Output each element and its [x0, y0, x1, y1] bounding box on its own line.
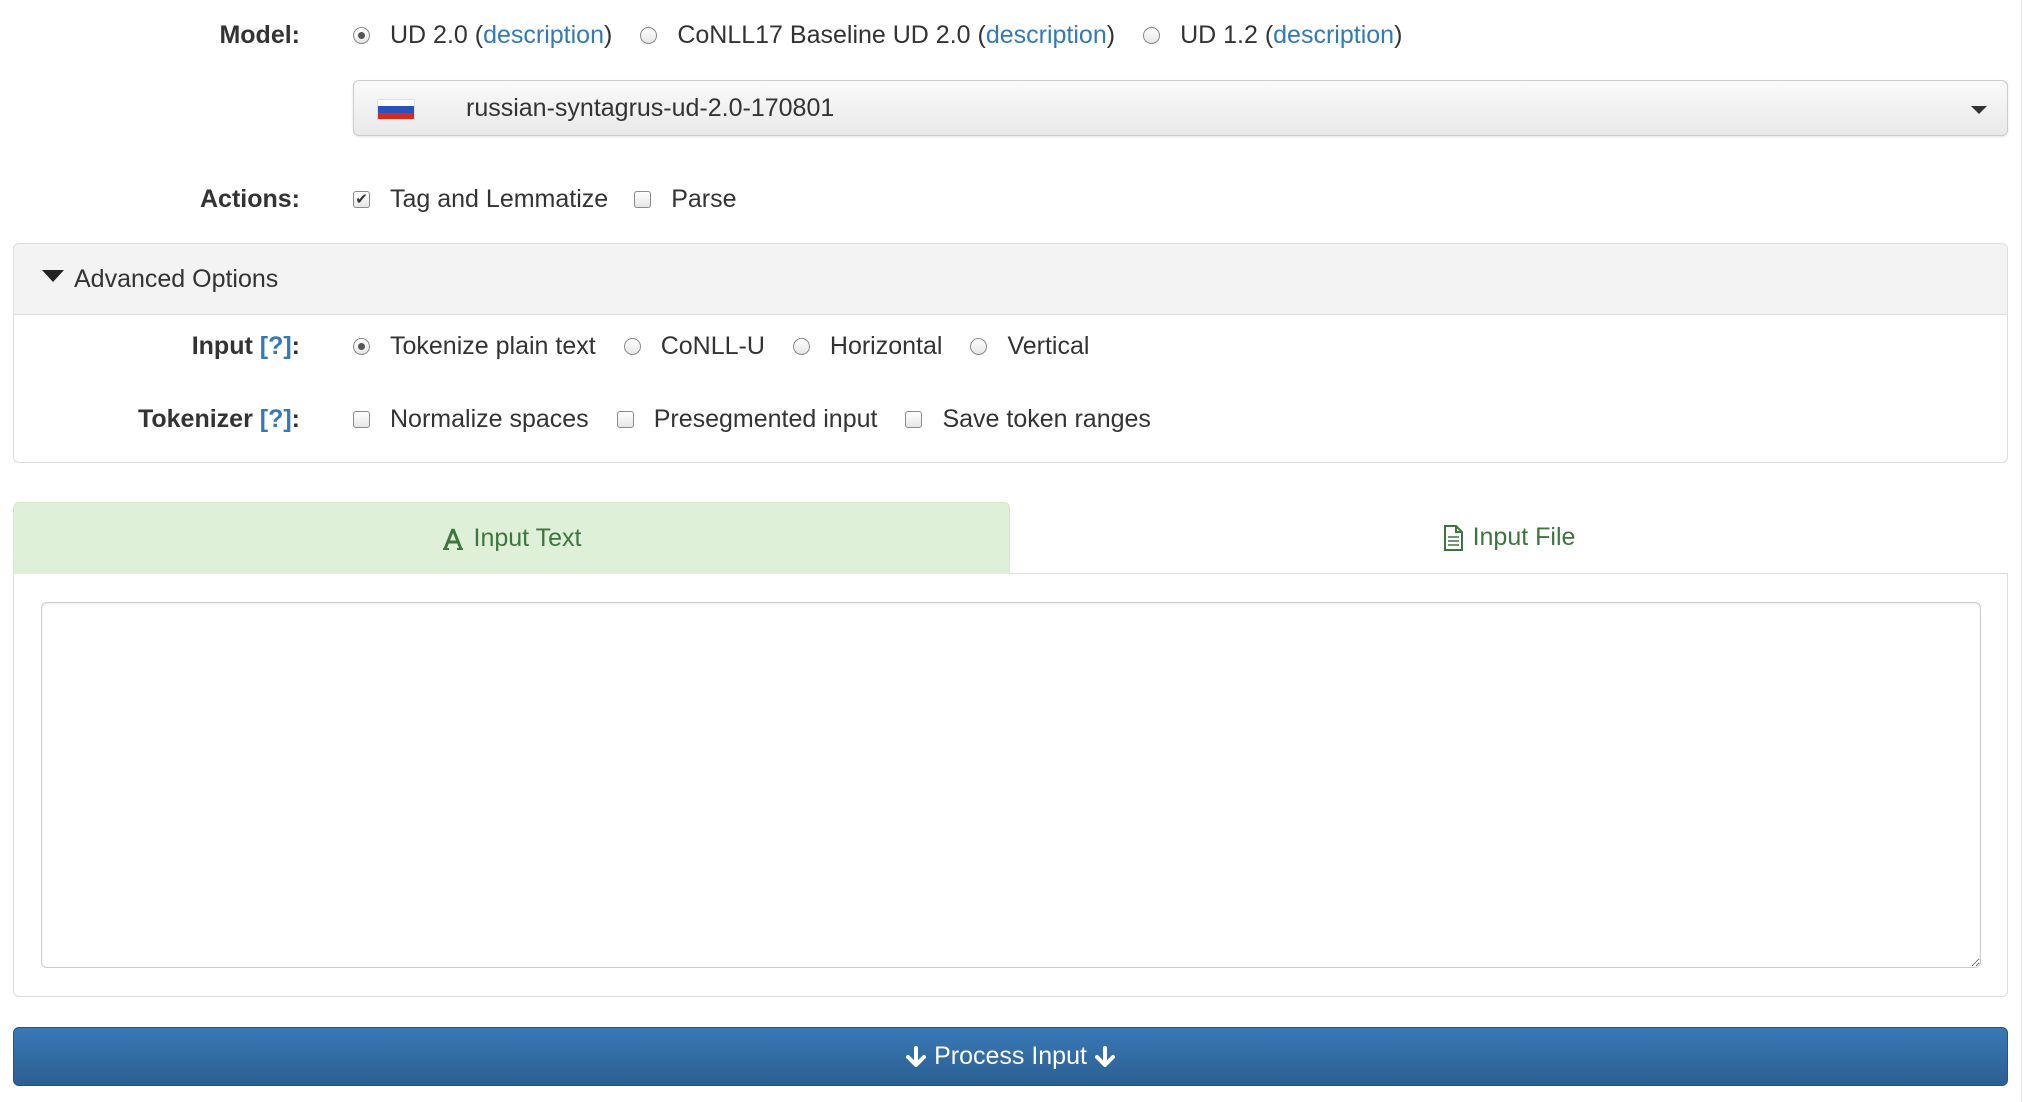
input-option-conllu[interactable]: CoNLL-U [623, 331, 765, 361]
model-option-ud20-prefix: UD 2.0 ( [390, 20, 484, 49]
checkbox-tag-lemmatize[interactable]: ✔ [353, 190, 370, 208]
radio-vertical[interactable] [970, 337, 988, 355]
model-option-conll17-prefix: CoNLL17 Baseline UD 2.0 ( [677, 20, 986, 49]
action-tag-lemmatize[interactable]: ✔ Tag and Lemmatize [353, 185, 608, 214]
model-option-ud20-suffix: ) [604, 20, 613, 49]
tab-input-text-label: Input Text [473, 524, 582, 552]
tokenizer-options: Normalize spaces Presegmented input Save… [353, 398, 1179, 440]
radio-ud12[interactable] [1143, 26, 1161, 44]
input-option-vertical-label: Vertical [1007, 331, 1090, 360]
tokenizer-label-colon: : [291, 404, 300, 433]
tab-input-file-label: Input File [1472, 523, 1576, 551]
model-option-ud12[interactable]: UD 1.2 (description) [1143, 21, 1402, 50]
model-options: UD 2.0 (description) CoNLL17 Baseline UD… [353, 14, 1430, 56]
radio-ud20[interactable] [353, 26, 370, 44]
model-option-ud12-prefix: UD 1.2 ( [1180, 20, 1274, 49]
input-option-tokenize-label: Tokenize plain text [390, 331, 596, 360]
model-option-ud12-suffix: ) [1394, 20, 1403, 49]
input-option-vertical[interactable]: Vertical [970, 332, 1089, 361]
input-option-conllu-label: CoNLL-U [660, 331, 765, 360]
tokenizer-label-text: Tokenizer [137, 404, 253, 433]
tokenizer-row: Tokenizer [?]: [0, 398, 300, 440]
model-select-value: russian-syntagrus-ud-2.0-170801 [466, 94, 835, 122]
actions-label: Actions: [200, 184, 300, 213]
tokenizer-label: Tokenizer [?]: [0, 405, 300, 434]
triangle-down-icon [42, 270, 64, 282]
tokenizer-normalize-spaces[interactable]: Normalize spaces [353, 405, 589, 434]
action-tag-lemmatize-label: Tag and Lemmatize [390, 184, 609, 213]
arrow-down-icon [906, 1045, 927, 1068]
radio-horizontal[interactable] [792, 337, 810, 355]
page-scrollbar[interactable] [2021, 0, 2042, 1102]
flag-stripe-red [378, 112, 414, 119]
radio-conllu[interactable] [623, 337, 641, 355]
advanced-options-header[interactable]: Advanced Options [14, 244, 2007, 315]
actions-options: ✔ Tag and Lemmatize Parse [353, 178, 765, 220]
tab-input-file[interactable]: Input File [1010, 502, 2008, 574]
input-option-horizontal-label: Horizontal [829, 331, 943, 360]
radio-tokenize[interactable] [353, 337, 370, 355]
input-label-text: Input [191, 331, 253, 360]
file-icon [1443, 524, 1463, 551]
tokenizer-presegmented-input[interactable]: Presegmented input [616, 404, 878, 434]
input-textarea[interactable] [41, 602, 1981, 968]
model-label: Model: [219, 20, 300, 49]
input-option-horizontal[interactable]: Horizontal [792, 331, 943, 361]
tokenizer-presegmented-input-label: Presegmented input [653, 404, 878, 433]
checkbox-parse[interactable] [634, 190, 652, 208]
process-input-label: Process Input [934, 1042, 1087, 1070]
process-input-button[interactable]: Process Input [13, 1027, 2008, 1086]
model-conll17-description-link[interactable]: description [986, 21, 1107, 50]
radio-conll17[interactable] [640, 26, 658, 44]
model-ud20-description-link[interactable]: description [483, 21, 604, 50]
advanced-options-title: Advanced Options [74, 264, 279, 293]
checkbox-save-token-ranges[interactable] [905, 410, 923, 428]
input-text-panel [13, 573, 2008, 997]
model-select[interactable]: russian-syntagrus-ud-2.0-170801 [353, 80, 2008, 136]
input-help-link[interactable]: [?] [260, 332, 292, 360]
input-label: Input [?]: [0, 332, 300, 361]
model-option-conll17[interactable]: CoNLL17 Baseline UD 2.0 (description) [640, 21, 1115, 50]
font-icon [442, 527, 464, 551]
input-label-colon: : [291, 331, 300, 360]
input-option-tokenize[interactable]: Tokenize plain text [353, 332, 596, 361]
tokenizer-help-link[interactable]: [?] [260, 405, 292, 433]
tokenizer-save-token-ranges-label: Save token ranges [942, 404, 1151, 433]
action-parse[interactable]: Parse [634, 184, 737, 214]
actions-row: Actions: [0, 178, 300, 220]
model-option-ud20[interactable]: UD 2.0 (description) [353, 21, 612, 50]
russia-flag-icon [377, 99, 415, 120]
tokenizer-normalize-spaces-label: Normalize spaces [390, 404, 589, 433]
arrow-down-icon [1094, 1045, 1115, 1068]
checkbox-normalize-spaces[interactable] [353, 410, 370, 428]
input-row: Input [?]: [0, 325, 300, 367]
caret-down-icon[interactable] [1971, 106, 1987, 114]
tokenizer-save-token-ranges[interactable]: Save token ranges [905, 404, 1151, 434]
model-option-conll17-suffix: ) [1106, 20, 1116, 49]
model-row: Model: [0, 14, 300, 56]
action-parse-label: Parse [671, 184, 737, 213]
tab-input-text[interactable]: Input Text [13, 502, 1010, 574]
model-ud12-description-link[interactable]: description [1273, 21, 1394, 50]
checkbox-presegmented-input[interactable] [616, 410, 634, 428]
input-options: Tokenize plain text CoNLL-U Horizontal V… [353, 325, 1117, 367]
input-tabs: Input Text Input File [13, 502, 2008, 574]
